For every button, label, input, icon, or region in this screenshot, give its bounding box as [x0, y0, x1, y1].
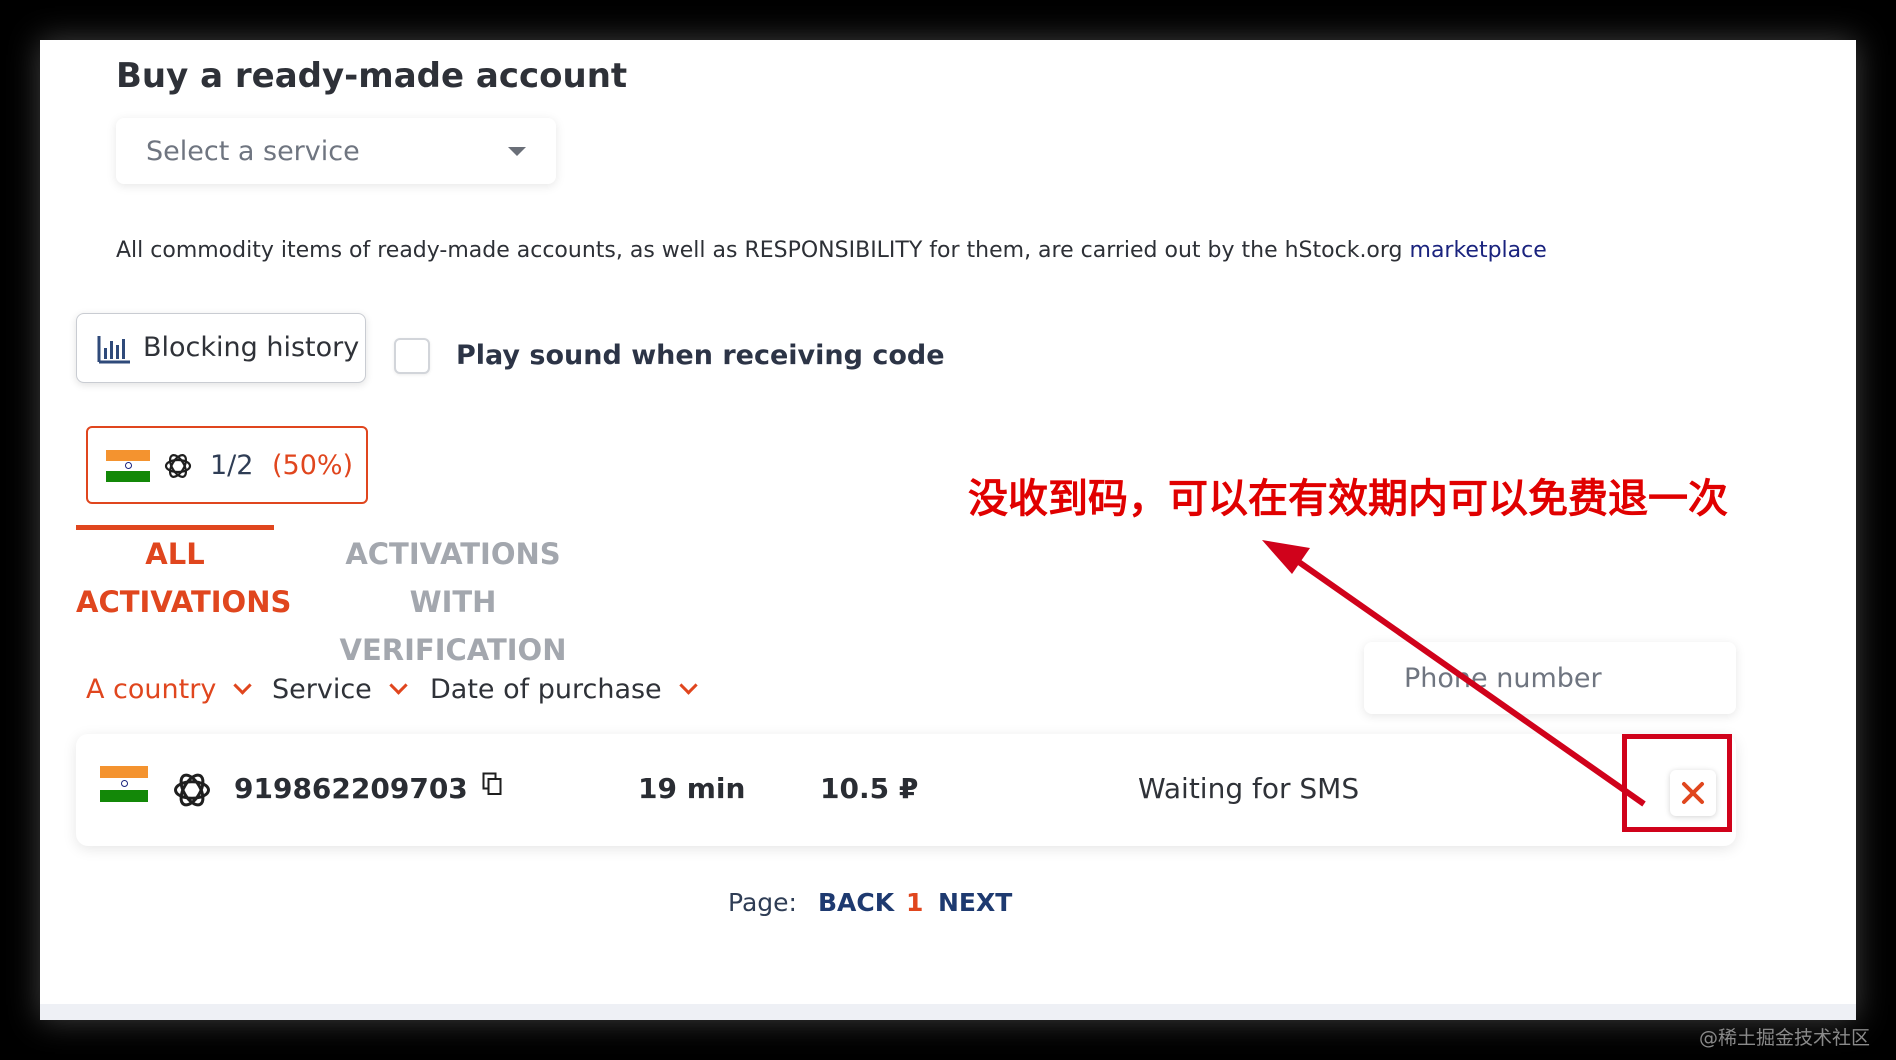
annotation-highlight-box: [1622, 734, 1732, 832]
marketplace-link[interactable]: marketplace: [1410, 238, 1547, 263]
service-stat-chip[interactable]: 1/2 (50%): [86, 426, 368, 504]
pagination-current-page[interactable]: 1: [906, 888, 923, 917]
date-filter[interactable]: Date of purchase: [430, 674, 698, 705]
watermark: @稀土掘金技术社区: [1698, 1027, 1870, 1049]
chevron-down-icon: [678, 676, 698, 695]
tab-ver-line1: ACTIVATIONS: [345, 537, 561, 571]
date-filter-label: Date of purchase: [430, 674, 662, 705]
caret-down-icon: [508, 147, 526, 156]
chevron-down-icon: [233, 676, 253, 695]
activation-percent: (50%): [272, 450, 354, 481]
blocking-history-label: Blocking history: [143, 332, 360, 363]
copy-icon[interactable]: [482, 772, 502, 796]
phone-number-search-input[interactable]: [1364, 642, 1736, 714]
activation-time-left: 19 min: [638, 772, 746, 805]
bar-chart-icon: [97, 336, 130, 364]
activation-phone-number: 919862209703: [234, 772, 468, 805]
openai-icon: [164, 454, 192, 478]
play-sound-checkbox[interactable]: [394, 338, 430, 374]
activation-row: 919862209703 19 min 10.5 ₽ Waiting for S…: [76, 734, 1736, 846]
activation-price: 10.5 ₽: [820, 772, 919, 805]
service-select-placeholder: Select a service: [146, 136, 360, 167]
pagination-back-button[interactable]: BACK: [818, 888, 894, 917]
country-filter[interactable]: A country: [86, 674, 253, 705]
tab-all-line2: ACTIVATIONS: [76, 585, 292, 619]
pagination-next-button[interactable]: NEXT: [938, 888, 1012, 917]
tab-ver-line2: WITH VERIFICATION: [339, 585, 567, 667]
pagination-label: Page:: [728, 888, 797, 917]
country-filter-label: A country: [86, 674, 217, 705]
chevron-down-icon: [389, 676, 408, 695]
activation-status: Waiting for SMS: [1138, 772, 1360, 805]
marketplace-notice: All commodity items of ready-made accoun…: [116, 238, 1547, 263]
tab-all-line1: ALL: [145, 537, 205, 571]
service-filter-label: Service: [272, 674, 372, 705]
service-filter[interactable]: Service: [272, 674, 408, 705]
bottom-scrollbar[interactable]: [40, 1004, 1856, 1020]
india-flag-icon: [106, 450, 150, 482]
service-select[interactable]: Select a service: [116, 118, 556, 184]
openai-icon: [173, 773, 211, 807]
tab-activations-with-verification[interactable]: ACTIVATIONS WITH VERIFICATION: [300, 530, 606, 674]
play-sound-label[interactable]: Play sound when receiving code: [456, 340, 945, 371]
annotation-text: 没收到码，可以在有效期内可以免费退一次: [968, 476, 1728, 522]
page-title: Buy a ready-made account: [116, 56, 628, 96]
tab-all-activations[interactable]: ALL ACTIVATIONS: [76, 530, 292, 626]
notice-text: All commodity items of ready-made accoun…: [116, 238, 1410, 263]
activation-ratio: 1/2: [210, 450, 254, 481]
india-flag-icon: [100, 766, 148, 802]
blocking-history-button[interactable]: Blocking history: [76, 313, 366, 383]
